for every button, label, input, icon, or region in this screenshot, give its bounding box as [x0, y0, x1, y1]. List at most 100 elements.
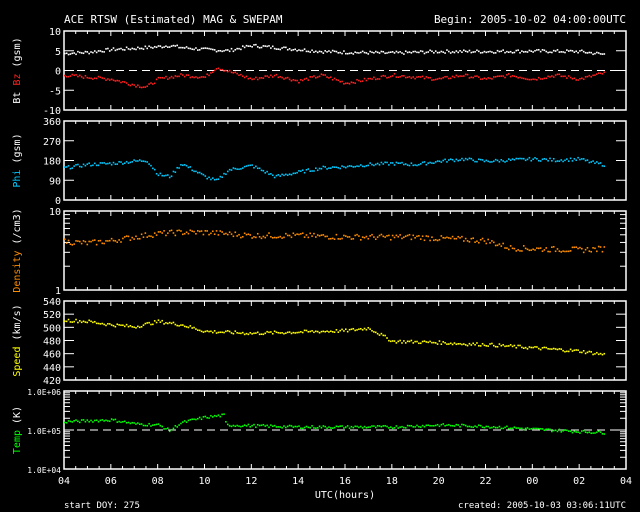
data-point-bt	[197, 49, 199, 51]
data-point-temp	[103, 420, 105, 422]
data-point-bz	[234, 71, 237, 74]
data-point-speed	[386, 337, 388, 339]
data-point-speed	[150, 323, 152, 326]
data-point-bt	[416, 51, 418, 54]
data-point-bz	[167, 78, 169, 80]
data-point-bz	[444, 75, 446, 78]
data-point-phi	[506, 160, 508, 162]
data-point-speed	[487, 345, 489, 347]
data-point-speed	[384, 334, 386, 337]
data-point-phi	[389, 162, 392, 164]
data-point-bz	[285, 77, 287, 79]
data-point-speed	[185, 326, 188, 328]
data-point-temp	[320, 426, 323, 429]
data-point-bz	[298, 81, 300, 84]
data-point-temp	[577, 431, 579, 434]
data-point-temp	[253, 423, 255, 426]
data-point-bt	[530, 50, 533, 52]
data-point-speed	[588, 350, 591, 353]
data-point-temp	[564, 429, 566, 431]
data-point-density	[131, 236, 134, 239]
data-point-phi	[277, 173, 280, 176]
data-point-phi	[108, 162, 111, 164]
data-point-speed	[522, 347, 525, 349]
data-point-phi	[251, 164, 253, 166]
data-point-density	[92, 239, 94, 242]
data-point-phi	[223, 172, 225, 175]
data-point-phi	[464, 157, 467, 160]
y-axis-label-part: (/cm3)	[12, 208, 23, 250]
data-point-temp	[273, 424, 276, 427]
data-point-bz	[116, 79, 119, 82]
data-point-phi	[198, 171, 201, 174]
data-point-phi	[541, 158, 544, 161]
data-point-phi	[451, 158, 454, 161]
data-point-density	[232, 235, 235, 238]
data-point-speed	[253, 332, 255, 335]
data-point-speed	[180, 324, 182, 326]
data-point-temp	[479, 424, 482, 427]
data-point-speed	[596, 351, 598, 354]
data-point-speed	[328, 331, 330, 333]
data-point-bz	[301, 79, 304, 82]
data-point-speed	[537, 347, 540, 350]
data-point-bz	[296, 79, 298, 82]
data-point-bt	[309, 51, 312, 53]
data-point-speed	[167, 322, 169, 325]
data-point-density	[371, 233, 373, 236]
data-point-temp	[189, 418, 192, 421]
data-point-density	[326, 235, 328, 238]
data-point-temp	[419, 426, 422, 428]
data-point-phi	[326, 168, 328, 170]
data-point-density	[260, 237, 263, 240]
data-point-bz	[459, 75, 461, 77]
data-point-speed	[528, 346, 531, 348]
data-point-density	[67, 239, 70, 242]
data-point-speed	[313, 331, 315, 334]
data-point-phi	[348, 165, 351, 167]
data-point-bz	[446, 75, 448, 78]
data-point-temp	[202, 416, 205, 418]
data-point-bt	[333, 50, 336, 53]
data-point-density	[588, 250, 591, 252]
data-point-speed	[155, 321, 158, 324]
data-point-density	[343, 234, 345, 237]
data-point-bt	[365, 52, 368, 54]
data-point-bz	[513, 75, 516, 78]
data-point-temp	[301, 427, 304, 430]
data-point-bt	[255, 43, 257, 46]
data-point-bt	[446, 49, 448, 51]
data-point-bt	[371, 51, 373, 54]
data-point-bz	[219, 68, 222, 71]
data-point-bz	[506, 74, 508, 76]
data-point-speed	[594, 353, 596, 355]
data-point-temp	[491, 426, 493, 429]
data-point-phi	[92, 164, 94, 167]
data-point-density	[485, 242, 488, 245]
data-point-bt	[232, 50, 235, 53]
data-point-temp	[303, 426, 306, 429]
data-point-density	[262, 235, 265, 238]
data-point-bz	[157, 76, 160, 79]
data-point-phi	[536, 157, 538, 160]
data-point-phi	[483, 160, 486, 163]
data-point-bz	[479, 78, 482, 80]
data-point-speed	[341, 328, 343, 331]
data-point-density	[348, 236, 351, 238]
data-point-temp	[307, 426, 310, 429]
data-point-phi	[361, 165, 364, 168]
y-tick-label: 10	[49, 27, 61, 38]
data-point-speed	[365, 328, 368, 331]
data-point-bz	[457, 75, 459, 78]
data-point-bz	[564, 75, 566, 78]
data-point-phi	[470, 157, 473, 160]
data-point-density	[470, 237, 473, 240]
data-point-temp	[232, 424, 235, 427]
data-point-bt	[374, 50, 377, 53]
data-point-density	[226, 233, 229, 236]
data-point-speed	[577, 349, 579, 351]
data-point-temp	[464, 424, 467, 427]
data-point-bz	[255, 76, 257, 79]
data-point-bt	[517, 49, 519, 51]
data-point-speed	[144, 322, 147, 325]
